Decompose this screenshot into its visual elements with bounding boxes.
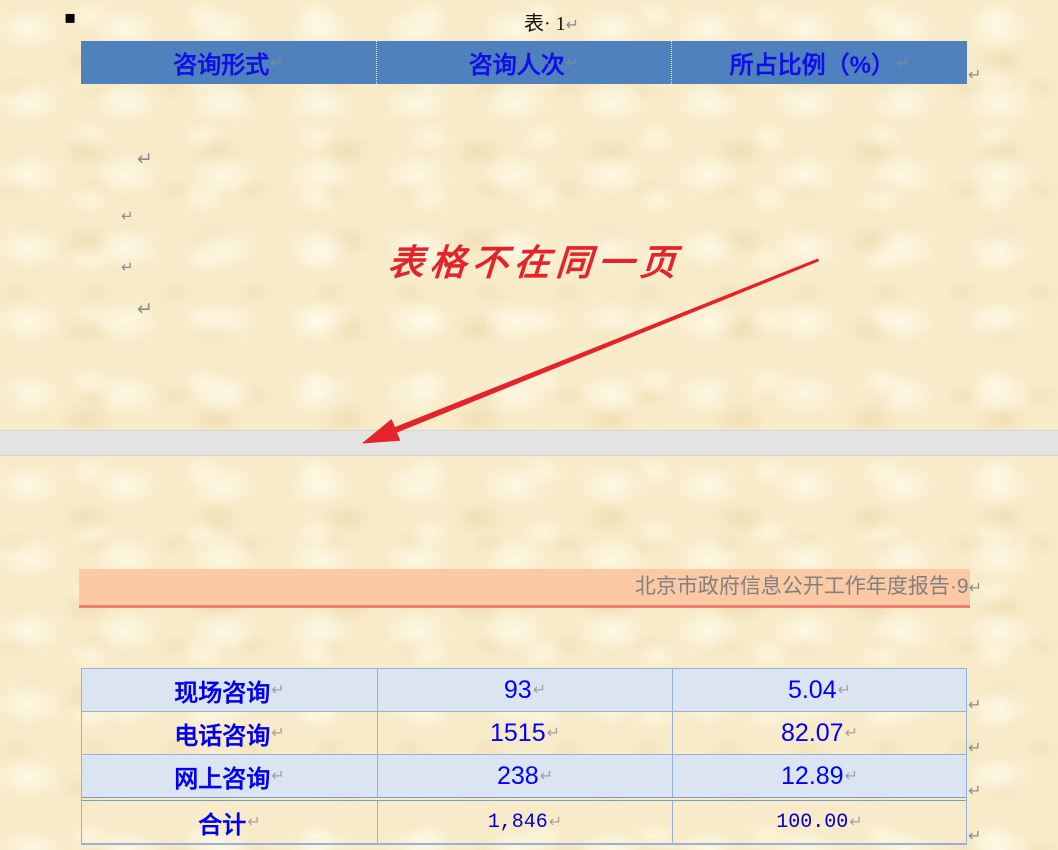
annotation-text: 表格不在同一页 [386, 242, 684, 284]
document-viewport: ▪ 表· 1↵ 咨询形式 ↵ 咨询人次 ↵ 所占比例（%） ↵ ↵ ↵ ↵ ↵ ↵ 表… [0, 0, 1058, 850]
table-row[interactable]: 电话咨询 ↵ 1515 ↵ 82.07 ↵ [82, 712, 966, 755]
cell-mark: ↵ [837, 680, 852, 699]
data-table[interactable]: 现场咨询 ↵ 93 ↵ 5.04 ↵ 电话咨询 ↵ 1515 ↵ 82.07 ↵ 网上咨询 ↵… [81, 668, 967, 845]
paragraph-mark[interactable]: ↵ [137, 150, 153, 169]
cell-count[interactable]: 93 ↵ [377, 669, 672, 711]
cell-count[interactable]: 1515 ↵ [377, 712, 672, 754]
cell-text: 82.07 [781, 718, 844, 747]
cell-text: 93 [503, 675, 532, 704]
cell-mark: ↵ [271, 680, 285, 699]
header-label: 所占比例（%） [729, 52, 895, 79]
cell-text: 现场咨询 [174, 679, 271, 707]
table-header-row[interactable]: 咨询形式 ↵ 咨询人次 ↵ 所占比例（%） ↵ [81, 41, 967, 84]
cell-mark: ↵ [565, 52, 580, 72]
cell-text: 电话咨询 [174, 722, 271, 750]
cell-text: 1,846 [487, 810, 548, 834]
header-cell-percent[interactable]: 所占比例（%） ↵ [671, 41, 967, 84]
cell-text: 5.04 [787, 675, 837, 704]
header-label: 咨询形式 [173, 52, 270, 79]
cell-text: 12.89 [781, 761, 844, 790]
paragraph-mark: ↵ [565, 15, 580, 34]
table-row[interactable]: 网上咨询 ↵ 238 ↵ 12.89 ↵ [82, 755, 966, 797]
cell-text: 1515 [489, 718, 546, 747]
cell-mark: ↵ [247, 812, 261, 831]
page-1-bottom: ▪ 表· 1↵ 咨询形式 ↵ 咨询人次 ↵ 所占比例（%） ↵ ↵ ↵ ↵ ↵ ↵ [0, 0, 1058, 430]
cell-form[interactable]: 网上咨询 ↵ [82, 755, 377, 797]
cell-mark: ↵ [844, 723, 858, 742]
paragraph-mark[interactable]: ↵ [137, 300, 153, 319]
table-total-row[interactable]: 合计 ↵ 1,846 ↵ 100.00 ↵ [82, 797, 966, 844]
cell-percent[interactable]: 100.00 ↵ [672, 801, 966, 843]
row-end-mark: ↵ [968, 826, 982, 845]
table-row[interactable]: 现场咨询 ↵ 93 ↵ 5.04 ↵ [82, 669, 966, 712]
cell-mark: ↵ [895, 52, 910, 72]
cell-text: 100.00 [776, 810, 849, 834]
row-end-mark: ↵ [968, 781, 982, 800]
cell-form[interactable]: 合计 ↵ [82, 801, 377, 843]
paragraph-mark[interactable]: ↵ [121, 258, 134, 276]
cell-count[interactable]: 238 ↵ [377, 755, 672, 797]
cell-mark: ↵ [539, 766, 554, 785]
cell-mark: ↵ [844, 766, 858, 785]
cell-mark: ↵ [270, 52, 284, 72]
running-header-text: 北京市政府信息公开工作年度报告·9 [634, 575, 969, 598]
table-caption[interactable]: 表· 1↵ [524, 11, 579, 37]
cell-mark: ↵ [532, 680, 547, 699]
row-end-mark: ↵ [968, 65, 982, 84]
cell-text: 合计 [198, 811, 247, 839]
cell-percent[interactable]: 12.89 ↵ [672, 755, 966, 797]
running-header[interactable]: 北京市政府信息公开工作年度报告·9↵ [79, 569, 982, 605]
cell-text: 238 [496, 761, 539, 790]
row-end-mark: ↵ [968, 695, 982, 714]
cell-count[interactable]: 1,846 ↵ [377, 801, 672, 843]
cell-text: 网上咨询 [174, 765, 271, 793]
page-2-top: 北京市政府信息公开工作年度报告·9↵ 现场咨询 ↵ 93 ↵ 5.04 ↵ 电话咨询 ↵… [0, 456, 1058, 850]
cell-form[interactable]: 现场咨询 ↵ [82, 669, 377, 711]
header-cell-consult-form[interactable]: 咨询形式 ↵ [81, 41, 376, 84]
cell-mark: ↵ [849, 812, 863, 831]
paragraph-mark: ↵ [968, 578, 982, 597]
page-break-gap [0, 430, 1058, 456]
paragraph-mark[interactable]: ↵ [121, 207, 134, 225]
cell-mark: ↵ [271, 766, 285, 785]
cell-mark: ↵ [546, 723, 561, 742]
cell-percent[interactable]: 5.04 ↵ [672, 669, 966, 711]
row-end-mark: ↵ [968, 738, 982, 757]
cell-percent[interactable]: 82.07 ↵ [672, 712, 966, 754]
cell-mark: ↵ [271, 723, 285, 742]
header-label: 咨询人次 [468, 52, 565, 79]
header-cell-consult-count[interactable]: 咨询人次 ↵ [376, 41, 671, 84]
cell-mark: ↵ [548, 812, 563, 831]
paragraph-format-mark: ▪ [64, 7, 77, 28]
cell-form[interactable]: 电话咨询 ↵ [82, 712, 377, 754]
caption-text: 表· 1 [524, 13, 566, 35]
